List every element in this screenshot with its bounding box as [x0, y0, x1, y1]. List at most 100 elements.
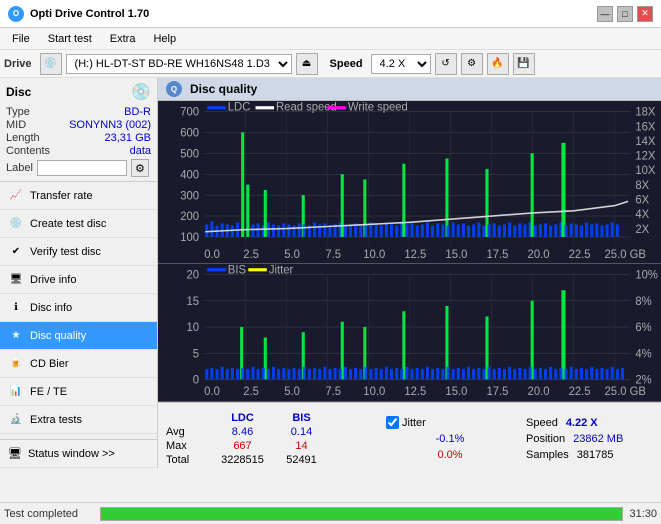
- svg-text:17.5: 17.5: [486, 249, 508, 261]
- nav-extra-tests[interactable]: 🔬 Extra tests: [0, 406, 157, 434]
- speed-select[interactable]: 4.2 X: [371, 54, 431, 74]
- charts-container: 700 600 500 400 300 200 100 18X 16X 14X …: [158, 101, 661, 402]
- jitter-avg-empty: [386, 433, 428, 445]
- svg-text:15.0: 15.0: [445, 249, 467, 261]
- col-empty: [166, 412, 211, 424]
- disc-type-label: Type: [6, 106, 30, 118]
- svg-text:100: 100: [180, 232, 199, 244]
- position-val: 23862 MB: [573, 433, 623, 445]
- disc-label-row: Label ⚙: [6, 159, 151, 177]
- title-bar-left: O Opti Drive Control 1.70: [8, 6, 149, 22]
- svg-text:10.0: 10.0: [363, 386, 385, 398]
- config-button[interactable]: ⚙: [461, 53, 483, 75]
- jitter-max-val: 0.0%: [437, 449, 506, 461]
- disc-label-key: Label: [6, 162, 33, 174]
- nav-verify-test-disc[interactable]: ✔ Verify test disc: [0, 238, 157, 266]
- status-window-item[interactable]: 🖥 Status window >>: [0, 440, 157, 468]
- stats-header-row: LDC BIS: [166, 412, 366, 424]
- stats-total-row: Total 3228515 52491: [166, 454, 366, 466]
- total-label: Total: [166, 454, 211, 466]
- drive-select[interactable]: (H:) HL-DT-ST BD-RE WH16NS48 1.D3: [66, 54, 292, 74]
- nav-disc-quality-label: Disc quality: [30, 330, 86, 342]
- nav-cd-bier-label: CD Bier: [30, 358, 69, 370]
- minimize-button[interactable]: —: [597, 6, 613, 22]
- status-window-icon: 🖥: [8, 447, 22, 460]
- close-button[interactable]: ✕: [637, 6, 653, 22]
- drive-icon-btn[interactable]: 💿: [40, 53, 62, 75]
- title-bar: O Opti Drive Control 1.70 — □ ✕: [0, 0, 661, 28]
- sidebar: Disc 💿 Type BD-R MID SONYNN3 (002) Lengt…: [0, 78, 158, 468]
- jitter-label: Jitter: [402, 417, 426, 429]
- nav-transfer-rate[interactable]: 📈 Transfer rate: [0, 182, 157, 210]
- svg-text:2%: 2%: [635, 375, 651, 387]
- svg-text:0: 0: [193, 375, 199, 387]
- toolbar: Drive 💿 (H:) HL-DT-ST BD-RE WH16NS48 1.D…: [0, 50, 661, 78]
- svg-text:300: 300: [180, 190, 199, 202]
- svg-text:2.5: 2.5: [243, 249, 259, 261]
- nav-disc-quality[interactable]: ★ Disc quality: [0, 322, 157, 350]
- status-window-label: Status window >>: [28, 448, 115, 460]
- create-test-disc-icon: 💿: [8, 216, 24, 232]
- nav-create-test-disc-label: Create test disc: [30, 218, 106, 230]
- nav-fe-te-label: FE / TE: [30, 386, 67, 398]
- nav-fe-te[interactable]: 📊 FE / TE: [0, 378, 157, 406]
- speed-label: Speed: [526, 417, 558, 429]
- disc-label-button[interactable]: ⚙: [131, 159, 149, 177]
- disc-type-row: Type BD-R: [6, 106, 151, 118]
- svg-text:12X: 12X: [635, 150, 655, 162]
- svg-text:5.0: 5.0: [284, 249, 300, 261]
- progress-bar-fill: [101, 508, 622, 520]
- nav-verify-test-disc-label: Verify test disc: [30, 246, 101, 258]
- samples-label: Samples: [526, 449, 569, 461]
- jitter-header-spacer: [470, 416, 506, 429]
- svg-text:4X: 4X: [635, 209, 649, 221]
- svg-text:14X: 14X: [635, 136, 655, 148]
- svg-text:20.0: 20.0: [528, 386, 550, 398]
- svg-text:2.5: 2.5: [243, 386, 259, 398]
- nav-disc-info[interactable]: ℹ Disc info: [0, 294, 157, 322]
- disc-info-icon: ℹ: [8, 300, 24, 316]
- svg-text:15.0: 15.0: [445, 386, 467, 398]
- svg-text:BIS: BIS: [228, 264, 247, 276]
- disc-contents-row: Contents data: [6, 145, 151, 157]
- menu-help[interactable]: Help: [145, 31, 184, 47]
- chart-ldc-svg: 700 600 500 400 300 200 100 18X 16X 14X …: [158, 101, 661, 263]
- fe-te-icon: 📊: [8, 384, 24, 400]
- nav-items: 📈 Transfer rate 💿 Create test disc ✔ Ver…: [0, 182, 157, 439]
- menu-start-test[interactable]: Start test: [40, 31, 100, 47]
- svg-text:10%: 10%: [635, 270, 658, 282]
- svg-text:8X: 8X: [635, 180, 649, 192]
- sidebar-bottom: 🖥 Status window >>: [0, 439, 157, 468]
- jitter-max-row: 0.0%: [386, 449, 506, 461]
- nav-drive-info[interactable]: 🖥 Drive info: [0, 266, 157, 294]
- svg-text:4%: 4%: [635, 348, 651, 360]
- maximize-button[interactable]: □: [617, 6, 633, 22]
- svg-text:Write speed: Write speed: [348, 101, 408, 113]
- disc-label-input[interactable]: [37, 160, 127, 176]
- max-ldc-val: 667: [215, 440, 270, 452]
- time-label: 31:30: [629, 508, 657, 520]
- menu-extra[interactable]: Extra: [102, 31, 144, 47]
- quality-title: Disc quality: [190, 82, 257, 96]
- burn-button[interactable]: 🔥: [487, 53, 509, 75]
- disc-type-val: BD-R: [124, 106, 151, 118]
- svg-text:17.5: 17.5: [486, 386, 508, 398]
- jitter-checkbox[interactable]: [386, 416, 399, 429]
- quality-header: Q Disc quality: [158, 78, 661, 101]
- svg-text:0.0: 0.0: [204, 249, 220, 261]
- speed-position-section: Speed 4.22 X Position 23862 MB Samples 3…: [526, 417, 656, 461]
- jitter-checkbox-label[interactable]: Jitter: [386, 416, 462, 429]
- bottom-bar: Test completed 31:30: [0, 502, 661, 524]
- svg-text:6X: 6X: [635, 194, 649, 206]
- save-button[interactable]: 💾: [513, 53, 535, 75]
- eject-button[interactable]: ⏏: [296, 53, 318, 75]
- jitter-header-row: Jitter: [386, 416, 506, 429]
- samples-row: Samples 381785: [526, 449, 656, 461]
- disc-length-val: 23,31 GB: [105, 132, 151, 144]
- svg-text:8%: 8%: [635, 296, 651, 308]
- nav-create-test-disc[interactable]: 💿 Create test disc: [0, 210, 157, 238]
- status-text: Test completed: [4, 508, 94, 520]
- menu-file[interactable]: File: [4, 31, 38, 47]
- refresh-button[interactable]: ↺: [435, 53, 457, 75]
- nav-cd-bier[interactable]: 🍺 CD Bier: [0, 350, 157, 378]
